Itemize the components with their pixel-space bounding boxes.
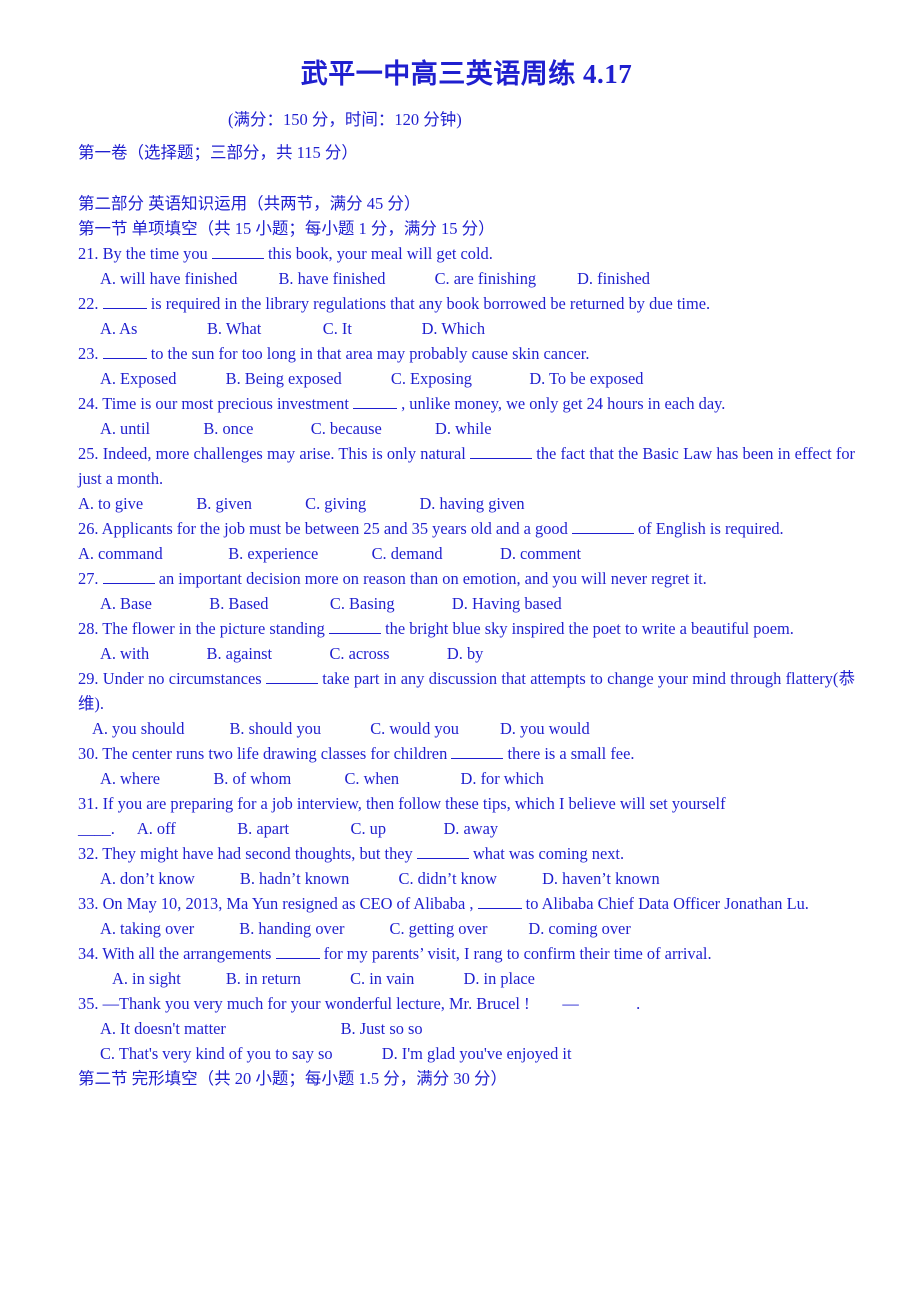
question-24-options[interactable]: A. until B. once C. because D. while bbox=[78, 416, 855, 441]
question-33-stem: 33. On May 10, 2013, Ma Yun resigned as … bbox=[78, 891, 855, 916]
question-34-stem: 34. With all the arrangements for my par… bbox=[78, 941, 855, 966]
question-27-stem-pre: 27. bbox=[78, 569, 103, 589]
question-23-stem-pre: 23. bbox=[78, 344, 103, 364]
question-24-stem-pre: 24. Time is our most precious investment bbox=[78, 394, 353, 414]
question-23-options[interactable]: A. Exposed B. Being exposed C. Exposing … bbox=[78, 366, 855, 391]
question-22: 22. is required in the library regulatio… bbox=[78, 291, 855, 341]
answer-blank[interactable] bbox=[265, 683, 318, 685]
question-28-stem-post: the bright blue sky inspired the poet to… bbox=[380, 619, 794, 639]
document-page: 武平一中高三英语周练 4.17 (满分：150 分，时间：120 分钟) 第一卷… bbox=[0, 0, 920, 1300]
answer-blank[interactable] bbox=[470, 458, 533, 460]
answer-blank[interactable] bbox=[571, 533, 634, 535]
question-24-stem: 24. Time is our most precious investment… bbox=[78, 391, 855, 416]
question-33: 33. On May 10, 2013, Ma Yun resigned as … bbox=[78, 891, 855, 941]
question-26: 26. Applicants for the job must be betwe… bbox=[78, 516, 855, 566]
question-27-stem: 27. an important decision more on reason… bbox=[78, 566, 855, 591]
volume-heading: 第一卷（选择题；三部分，共 115 分） bbox=[78, 142, 358, 162]
question-23-stem-post: to the sun for too long in that area may… bbox=[146, 344, 590, 364]
question-34-stem-post: for my parents’ visit, I rang to confirm… bbox=[319, 944, 712, 964]
question-25: 25. Indeed, more challenges may arise. T… bbox=[78, 441, 855, 516]
question-34-stem-pre: 34. With all the arrangements bbox=[78, 944, 276, 964]
answer-blank[interactable] bbox=[353, 408, 397, 410]
answer-blank[interactable] bbox=[102, 358, 147, 360]
question-30-stem: 30. The center runs two life drawing cla… bbox=[78, 741, 855, 766]
answer-blank[interactable] bbox=[451, 758, 504, 760]
question-31: 31. If you are preparing for a job inter… bbox=[78, 791, 855, 841]
question-31-options[interactable]: A. off B. apart C. up D. away bbox=[115, 819, 498, 838]
answer-blank[interactable] bbox=[477, 908, 522, 910]
question-23: 23. to the sun for too long in that area… bbox=[78, 341, 855, 391]
question-21-options[interactable]: A. will have finished B. have finished C… bbox=[78, 266, 855, 291]
question-21-stem-pre: 21. By the time you bbox=[78, 244, 212, 264]
question-21: 21. By the time you this book, your meal… bbox=[78, 241, 855, 291]
question-32: 32. They might have had second thoughts,… bbox=[78, 841, 855, 891]
question-23-stem: 23. to the sun for too long in that area… bbox=[78, 341, 855, 366]
question-21-stem: 21. By the time you this book, your meal… bbox=[78, 241, 855, 266]
question-29: 29. Under no circumstances take part in … bbox=[78, 666, 855, 741]
question-28-options[interactable]: A. with B. against C. across D. by bbox=[78, 641, 855, 666]
question-32-stem-pre: 32. They might have had second thoughts,… bbox=[78, 844, 417, 864]
answer-blank[interactable] bbox=[102, 583, 155, 585]
part-two-heading: 第二部分 英语知识运用（共两节，满分 45 分） bbox=[78, 194, 421, 214]
question-33-stem-pre: 33. On May 10, 2013, Ma Yun resigned as … bbox=[78, 894, 478, 914]
question-30-options[interactable]: A. where B. of whom C. when D. for which bbox=[78, 766, 855, 791]
section-two-heading: 第二节 完形填空（共 20 小题；每小题 1.5 分，满分 30 分） bbox=[78, 1069, 507, 1089]
question-28-stem: 28. The flower in the picture standing t… bbox=[78, 616, 855, 641]
question-26-stem-post: of English is required. bbox=[633, 519, 784, 539]
answer-blank[interactable] bbox=[211, 258, 264, 260]
question-35: 35. —Thank you very much for your wonder… bbox=[78, 991, 855, 1066]
answer-blank[interactable] bbox=[275, 958, 320, 960]
question-32-stem-post: what was coming next. bbox=[468, 844, 625, 864]
question-33-options[interactable]: A. taking over B. handing over C. gettin… bbox=[78, 916, 855, 941]
question-30: 30. The center runs two life drawing cla… bbox=[78, 741, 855, 791]
question-31-blank-tail[interactable]: ____. bbox=[78, 819, 115, 838]
question-24-stem-post: , unlike money, we only get 24 hours in … bbox=[397, 394, 726, 414]
question-31-stem: 31. If you are preparing for a job inter… bbox=[78, 791, 855, 816]
answer-blank[interactable] bbox=[416, 858, 469, 860]
question-26-stem: 26. Applicants for the job must be betwe… bbox=[78, 516, 855, 541]
question-27-stem-post: an important decision more on reason tha… bbox=[154, 569, 707, 589]
question-35-options-ab[interactable]: A. It doesn't matter B. Just so so bbox=[78, 1016, 855, 1041]
question-32-stem: 32. They might have had second thoughts,… bbox=[78, 841, 855, 866]
question-29-stem: 29. Under no circumstances take part in … bbox=[78, 666, 855, 716]
question-27: 27. an important decision more on reason… bbox=[78, 566, 855, 616]
question-25-options[interactable]: A. to give B. given C. giving D. having … bbox=[78, 491, 855, 516]
section-one-heading: 第一节 单项填空（共 15 小题；每小题 1 分，满分 15 分） bbox=[78, 219, 495, 239]
answer-blank[interactable] bbox=[102, 308, 147, 310]
question-22-stem-post: is required in the library regulations t… bbox=[146, 294, 711, 314]
question-22-options[interactable]: A. As B. What C. It D. Which bbox=[78, 316, 855, 341]
question-31-stem-tail: ____. A. off B. apart C. up D. away bbox=[78, 816, 855, 841]
question-29-options[interactable]: A. you should B. should you C. would you… bbox=[78, 716, 855, 741]
question-25-stem: 25. Indeed, more challenges may arise. T… bbox=[78, 441, 855, 491]
exam-subtitle: (满分：150 分，时间：120 分钟) bbox=[228, 109, 462, 129]
question-22-stem-pre: 22. bbox=[78, 294, 103, 314]
question-31-stem-pre: 31. If you are preparing for a job inter… bbox=[78, 794, 726, 814]
page-title: 武平一中高三英语周练 4.17 bbox=[300, 59, 633, 89]
question-29-stem-pre: 29. Under no circumstances bbox=[78, 669, 266, 689]
question-30-stem-post: there is a small fee. bbox=[503, 744, 635, 764]
question-34-options[interactable]: A. in sight B. in return C. in vain D. i… bbox=[78, 966, 855, 991]
question-26-options[interactable]: A. command B. experience C. demand D. co… bbox=[78, 541, 855, 566]
question-27-options[interactable]: A. Base B. Based C. Basing D. Having bas… bbox=[78, 591, 855, 616]
question-35-stem-pre: 35. —Thank you very much for your wonder… bbox=[78, 994, 530, 1014]
question-30-stem-pre: 30. The center runs two life drawing cla… bbox=[78, 744, 452, 764]
vertical-spacer bbox=[78, 165, 855, 191]
question-25-stem-pre: 25. Indeed, more challenges may arise. T… bbox=[78, 444, 471, 464]
question-34: 34. With all the arrangements for my par… bbox=[78, 941, 855, 991]
question-21-stem-post: this book, your meal will get cold. bbox=[263, 244, 493, 264]
question-26-stem-pre: 26. Applicants for the job must be betwe… bbox=[78, 519, 572, 539]
question-33-stem-post: to Alibaba Chief Data Officer Jonathan L… bbox=[521, 894, 809, 914]
question-24: 24. Time is our most precious investment… bbox=[78, 391, 855, 441]
question-35-stem: 35. —Thank you very much for your wonder… bbox=[78, 991, 855, 1016]
question-35-stem-post[interactable]: — . bbox=[530, 994, 640, 1013]
question-22-stem: 22. is required in the library regulatio… bbox=[78, 291, 855, 316]
question-28-stem-pre: 28. The flower in the picture standing bbox=[78, 619, 329, 639]
question-32-options[interactable]: A. don’t know B. hadn’t known C. didn’t … bbox=[78, 866, 855, 891]
question-35-options-cd[interactable]: C. That's very kind of you to say so D. … bbox=[78, 1041, 855, 1066]
answer-blank[interactable] bbox=[328, 633, 381, 635]
question-28: 28. The flower in the picture standing t… bbox=[78, 616, 855, 666]
